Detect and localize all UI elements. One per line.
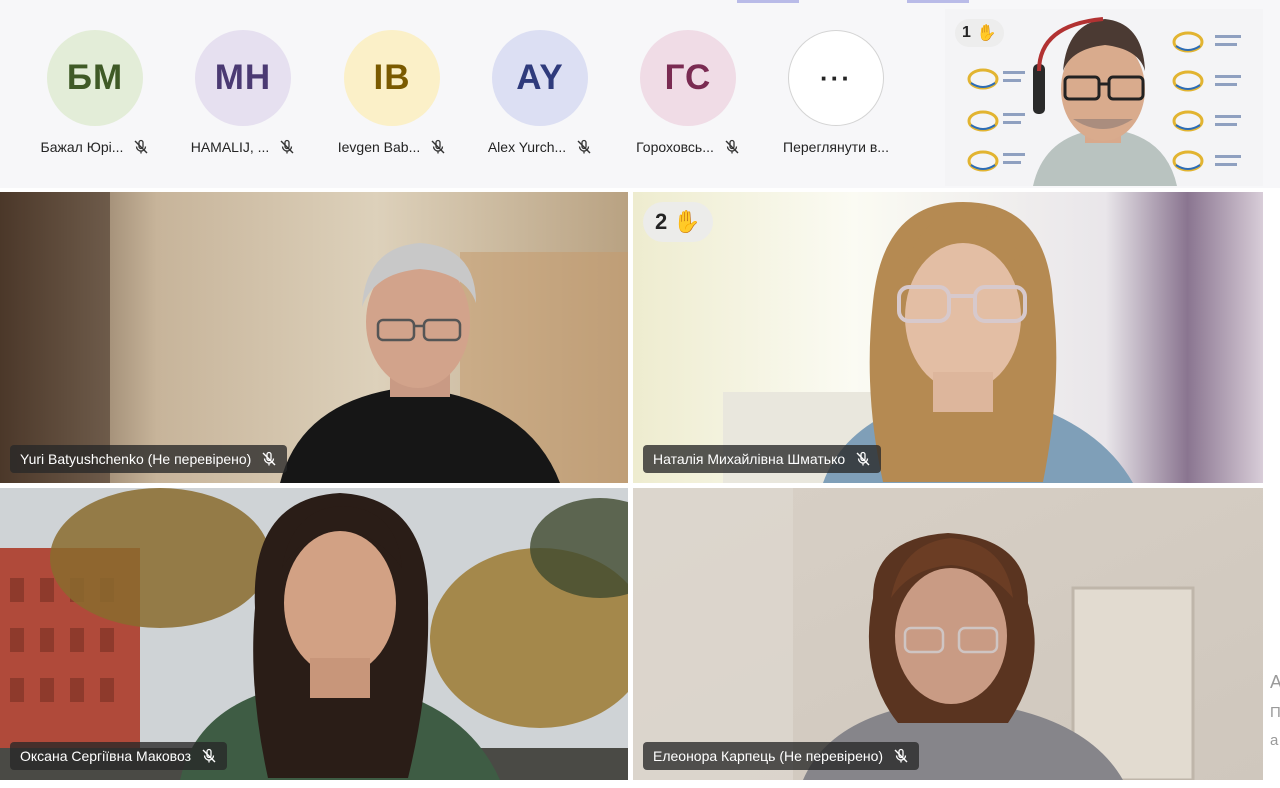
raised-hand-icon: ✋ bbox=[976, 25, 997, 42]
raised-hand-icon: ✋ bbox=[673, 209, 701, 234]
mic-muted-icon bbox=[279, 139, 295, 155]
video-tile[interactable]: Yuri Batyushchenko (Не перевірено) bbox=[0, 192, 628, 483]
video-tile[interactable]: Елеонора Карпець (Не перевірено) bbox=[633, 488, 1263, 780]
avatar: БМ bbox=[47, 30, 143, 126]
participant-name: Yuri Batyushchenko (Не перевірено) bbox=[20, 451, 252, 467]
participant-video bbox=[0, 192, 628, 483]
clipped-text-fragment: П bbox=[1270, 704, 1280, 721]
more-icon: ··· bbox=[788, 30, 884, 126]
participant-name-label: Оксана Сергіївна Маковоз bbox=[10, 742, 228, 770]
participant-name-label: Yuri Batyushchenko (Не перевірено) bbox=[10, 445, 288, 473]
avatar: МН bbox=[195, 30, 291, 126]
presenter-video-tile[interactable]: 1 ✋ bbox=[945, 9, 1263, 186]
participant-avatar-slot[interactable]: ІВ Ievgen Bab... bbox=[327, 30, 457, 158]
mic-muted-icon bbox=[893, 748, 909, 764]
participant-name: HAMALIJ, ... bbox=[190, 139, 270, 155]
participant-video bbox=[0, 488, 628, 780]
mic-muted-icon bbox=[576, 139, 592, 155]
participant-name: Ievgen Bab... bbox=[337, 139, 421, 155]
raised-hand-order: 2 bbox=[655, 209, 668, 234]
avatar: ГС bbox=[640, 30, 736, 126]
participant-avatar-slot[interactable]: МН HAMALIJ, ... bbox=[178, 30, 308, 158]
participant-name: Гороховсь... bbox=[636, 139, 714, 155]
participant-name-label: Наталія Михайлівна Шматько bbox=[643, 445, 882, 473]
participant-name: Бажал Юрі... bbox=[40, 139, 124, 155]
raised-hand-badge: 1 ✋ bbox=[955, 19, 1004, 47]
participant-video bbox=[633, 192, 1263, 483]
avatar: ІВ bbox=[344, 30, 440, 126]
participant-name: Наталія Михайлівна Шматько bbox=[653, 451, 846, 467]
participant-avatar-slot[interactable]: AY Alex Yurch... bbox=[475, 30, 605, 158]
mic-muted-icon bbox=[201, 748, 217, 764]
view-all-participants-button[interactable]: ··· Переглянути в... bbox=[769, 30, 903, 158]
clipped-text-fragment: а bbox=[1270, 732, 1279, 749]
raised-hand-badge: 2 ✋ bbox=[643, 202, 713, 242]
participant-video bbox=[633, 488, 1263, 780]
participant-avatar-slot[interactable]: БМ Бажал Юрі... bbox=[30, 30, 160, 158]
tab-indicator bbox=[737, 0, 799, 3]
participant-avatar-slot[interactable]: ГС Гороховсь... bbox=[623, 30, 753, 158]
tab-indicator bbox=[907, 0, 969, 3]
avatar: AY bbox=[492, 30, 588, 126]
mic-muted-icon bbox=[261, 451, 277, 467]
participant-name-label: Елеонора Карпець (Не перевірено) bbox=[643, 742, 920, 770]
raised-hand-order: 1 bbox=[962, 24, 971, 41]
mic-muted-icon bbox=[430, 139, 446, 155]
participant-name: Alex Yurch... bbox=[487, 139, 567, 155]
participant-name: Оксана Сергіївна Маковоз bbox=[20, 748, 192, 764]
clipped-text-fragment: А bbox=[1270, 672, 1280, 692]
mic-muted-icon bbox=[724, 139, 740, 155]
view-all-label: Переглянути в... bbox=[783, 139, 889, 155]
mic-muted-icon bbox=[855, 451, 871, 467]
mic-muted-icon bbox=[133, 139, 149, 155]
video-tile[interactable]: Оксана Сергіївна Маковоз bbox=[0, 488, 628, 780]
video-tile-raised-hand[interactable]: 2 ✋ Наталія Михайлівна Шматько bbox=[633, 192, 1263, 483]
participant-name: Елеонора Карпець (Не перевірено) bbox=[653, 748, 884, 764]
